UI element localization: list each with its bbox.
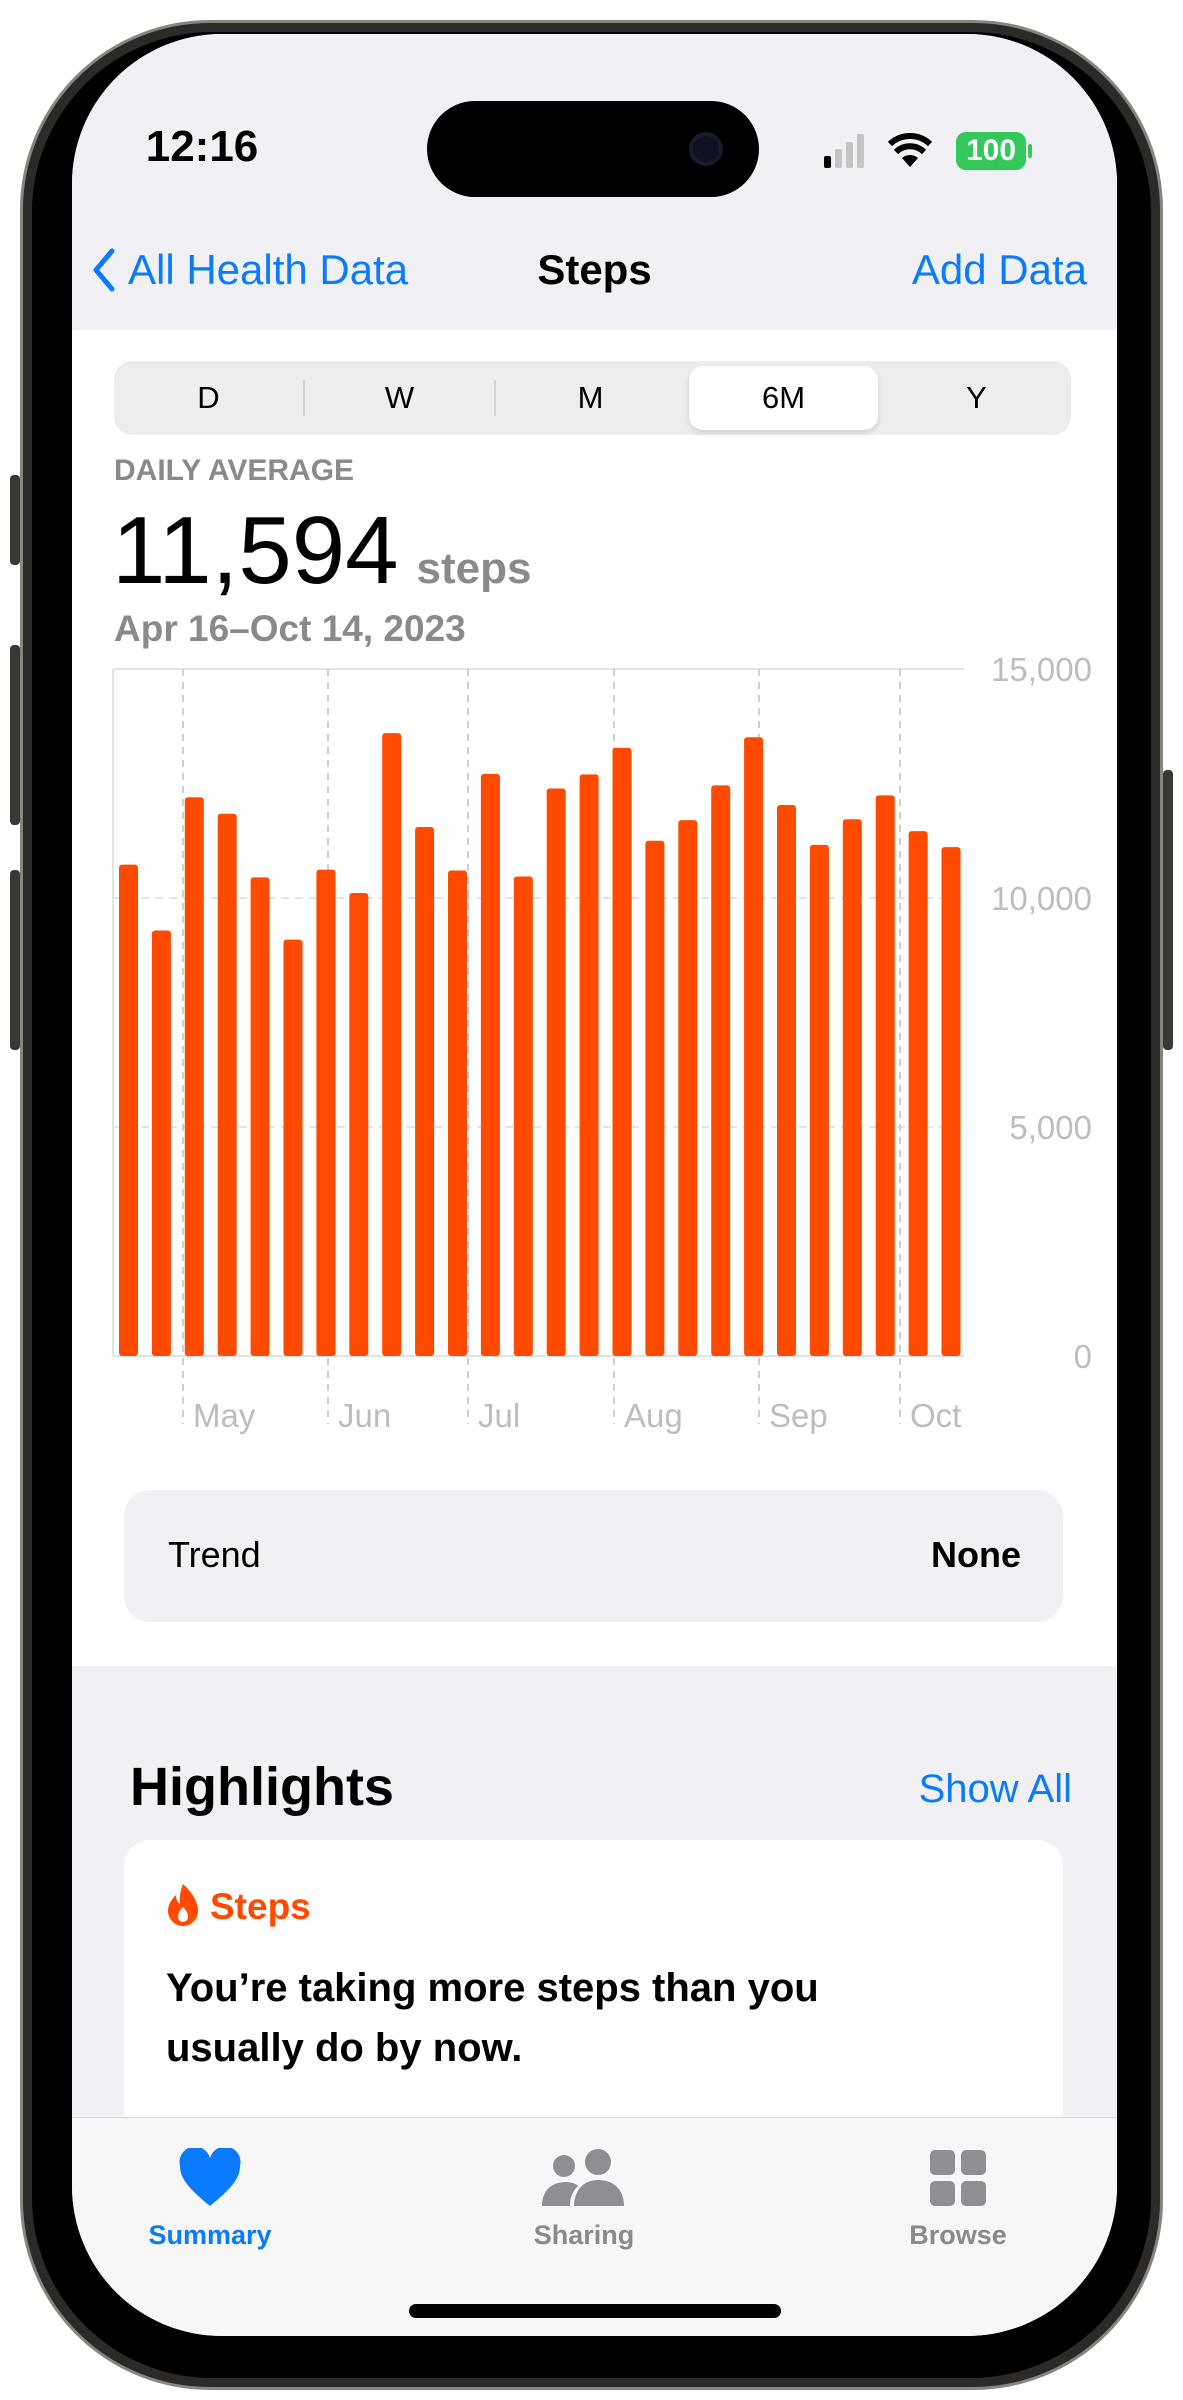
signal-icon (824, 134, 864, 168)
add-data-button[interactable]: Add Data (912, 246, 1087, 294)
segment-6m[interactable]: 6M (689, 366, 878, 430)
bar (151, 930, 171, 1356)
trend-value: None (931, 1534, 1021, 1575)
tab-label: Sharing (533, 2220, 635, 2250)
wifi-icon (887, 133, 933, 167)
bar (184, 797, 204, 1356)
bar (645, 840, 665, 1356)
volume-down-button (10, 870, 20, 1050)
x-tick-label: Oct (910, 1397, 961, 1434)
heart-icon (179, 2148, 241, 2206)
bar (349, 892, 369, 1356)
action-button (10, 475, 20, 565)
bar (711, 785, 731, 1356)
bar (875, 795, 895, 1356)
tab-browse[interactable]: Browse (858, 2148, 1058, 2251)
bar (678, 820, 698, 1356)
period-segmented-control[interactable]: D W M 6M Y (114, 361, 1071, 435)
x-tick-label: Aug (624, 1397, 683, 1434)
battery-indicator: 100 (956, 132, 1026, 170)
y-tick-label: 0 (1074, 1338, 1092, 1375)
summary-value: 11,594 (112, 497, 399, 604)
bar (283, 939, 303, 1356)
bar (382, 733, 402, 1356)
camera (689, 132, 723, 166)
summary-unit: steps (416, 544, 532, 593)
people-icon (542, 2149, 624, 2206)
bar (842, 819, 862, 1356)
tab-summary[interactable]: Summary (110, 2148, 310, 2251)
y-tick-label: 5,000 (1009, 1109, 1092, 1146)
y-tick-label: 10,000 (991, 880, 1092, 917)
bar (777, 805, 796, 1356)
y-tick-label: 15,000 (991, 651, 1092, 688)
bar (316, 869, 336, 1356)
volume-up-button (10, 645, 20, 825)
status-time: 12:16 (145, 122, 259, 171)
flame-icon (168, 1884, 198, 1926)
bar (513, 876, 533, 1356)
home-indicator (409, 2304, 781, 2318)
tab-sharing[interactable]: Sharing (484, 2148, 684, 2251)
side-button (1163, 770, 1173, 1050)
steps-chart[interactable]: 0 5,000 10,000 15,000 May Jun Jul Aug Sep Oct (72, 634, 1117, 1434)
bar (546, 788, 566, 1356)
bar (119, 864, 138, 1356)
trend-row[interactable]: Trend None (124, 1490, 1063, 1622)
x-tick-label: Jul (478, 1397, 520, 1434)
bar (908, 831, 928, 1356)
x-tick-label: May (193, 1397, 256, 1434)
trend-label: Trend (168, 1534, 261, 1575)
highlight-text: You’re taking more steps than you usuall… (166, 1966, 819, 2070)
bar (809, 844, 829, 1356)
battery-tip (1028, 144, 1032, 158)
bar (612, 747, 632, 1356)
bar (480, 773, 500, 1356)
summary-label: DAILY AVERAGE (114, 454, 355, 487)
bar (941, 847, 961, 1356)
segment-d[interactable]: D (114, 366, 303, 430)
segment-y[interactable]: Y (882, 366, 1071, 430)
bar (579, 774, 599, 1356)
bar (744, 737, 764, 1356)
screen: 12:16 100 All Health Data Steps Add Data… (72, 34, 1117, 2336)
show-all-link[interactable]: Show All (919, 1767, 1072, 1812)
bar (415, 827, 435, 1356)
tab-label: Browse (909, 2220, 1007, 2250)
highlights-title: Highlights (130, 1757, 394, 1817)
bar (217, 813, 237, 1356)
grid-icon (930, 2150, 986, 2206)
x-tick-label: Jun (338, 1397, 391, 1434)
summary-value-row: 11,594 steps (112, 496, 531, 606)
highlight-category: Steps (210, 1886, 311, 1927)
bar (250, 877, 270, 1356)
tab-label: Summary (148, 2220, 272, 2250)
segment-m[interactable]: M (496, 366, 685, 430)
segment-w[interactable]: W (305, 366, 494, 430)
x-tick-label: Sep (769, 1397, 828, 1434)
bar (448, 870, 467, 1356)
